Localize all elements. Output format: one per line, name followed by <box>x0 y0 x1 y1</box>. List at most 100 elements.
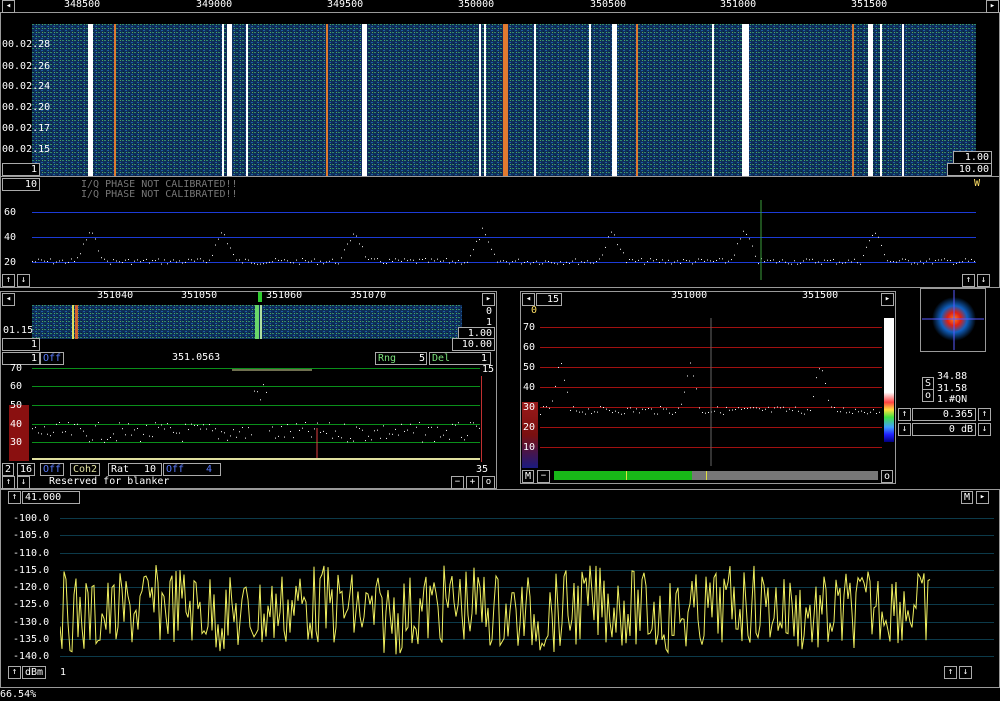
spectrum-point <box>953 263 954 265</box>
main-waterfall-image[interactable] <box>32 24 976 176</box>
scroll-left-button[interactable]: ◂ <box>2 293 15 306</box>
hires-point <box>540 413 541 415</box>
polar-o-label[interactable]: o <box>922 389 935 402</box>
hires-point <box>657 413 658 415</box>
bb-ctl-2[interactable]: 16 <box>17 463 36 476</box>
minus-button[interactable]: − <box>451 476 464 489</box>
down-arrow-button[interactable]: ↓ <box>898 423 911 436</box>
spectrum-point <box>341 257 342 259</box>
scroll-left-button[interactable]: ◂ <box>2 0 15 13</box>
plus-button[interactable]: + <box>466 476 479 489</box>
bb-ctl-off2[interactable]: Off <box>163 463 221 476</box>
gain-db[interactable]: 0 dB <box>912 423 976 436</box>
scroll-right-button[interactable]: ▸ <box>881 293 894 306</box>
audio-unit-value: 1 <box>60 667 67 678</box>
down-arrow-button[interactable]: ↓ <box>17 476 30 489</box>
waterfall-left-box[interactable]: 1 <box>2 163 40 176</box>
spectrum-point <box>392 260 393 262</box>
scroll-right-button[interactable]: ▸ <box>482 293 495 306</box>
hires-point <box>858 411 859 413</box>
hires-point <box>876 412 877 414</box>
hires-point <box>552 400 553 402</box>
audio-level-box[interactable]: 41.000 <box>22 491 80 504</box>
baseband-waterfall[interactable] <box>32 305 462 339</box>
spectrum-avg-box[interactable]: 10 <box>2 178 40 191</box>
up-arrow-button[interactable]: ↑ <box>944 666 957 679</box>
hires-point <box>816 377 817 379</box>
baseband-point <box>173 431 174 433</box>
spectrum-point <box>863 255 864 257</box>
up-arrow-button[interactable]: ↑ <box>962 274 975 287</box>
bb-left-box[interactable]: 1 <box>2 338 40 351</box>
spectrum-point <box>860 263 861 265</box>
baseband-point <box>281 426 282 428</box>
spectrum-point <box>479 239 480 241</box>
hires-point <box>822 370 823 372</box>
audio-unit[interactable]: dBm <box>22 666 47 679</box>
hires-point <box>813 396 814 398</box>
spectrum-point <box>332 258 333 260</box>
scroll-right-button[interactable]: ▸ <box>986 0 999 13</box>
audio-spectrum-trace[interactable] <box>60 560 940 670</box>
baseband-point <box>254 390 255 392</box>
gain-value[interactable]: 0.365 <box>912 408 976 421</box>
waterfall-contrast-box[interactable]: 10.00 <box>947 163 992 176</box>
down-arrow-button[interactable]: ↓ <box>978 423 991 436</box>
o-button[interactable]: o <box>482 476 495 489</box>
minus-button[interactable]: − <box>537 470 550 483</box>
baseband-point <box>62 431 63 433</box>
baseband-point <box>380 437 381 439</box>
bb-ctl-1[interactable]: 2 <box>2 463 15 476</box>
bb-ctl-off[interactable]: Off <box>40 463 65 476</box>
bb-spectrum-trace[interactable] <box>32 362 480 462</box>
baseband-point <box>245 437 246 439</box>
hires-avg-box[interactable]: 15 <box>536 293 562 306</box>
up-arrow-button[interactable]: ↑ <box>8 491 21 504</box>
main-spectrum-trace[interactable] <box>32 200 976 280</box>
spectrum-point <box>362 246 363 248</box>
baseband-point <box>308 431 309 433</box>
bb-contrast-box[interactable]: 10.00 <box>452 338 495 351</box>
baseband-point <box>266 391 267 393</box>
spectrum-point <box>518 258 519 260</box>
waterfall-carrier-line <box>222 24 224 176</box>
y-tick: 30 <box>10 437 23 448</box>
hires-point <box>615 410 616 412</box>
bb-ctl-coh[interactable]: Coh2 <box>70 463 101 476</box>
spectrum-point <box>416 262 417 264</box>
bb-right-scale: 15 <box>482 364 495 375</box>
hires-point <box>630 407 631 409</box>
spectrum-point <box>854 258 855 260</box>
spectrum-point <box>47 261 48 263</box>
up-arrow-button[interactable]: ↑ <box>2 274 15 287</box>
audio-m-button[interactable]: M <box>961 491 974 504</box>
up-arrow-button[interactable]: ↑ <box>898 408 911 421</box>
scroll-right-button[interactable]: ▸ <box>976 491 989 504</box>
down-arrow-button[interactable]: ↓ <box>959 666 972 679</box>
hires-point <box>735 409 736 411</box>
baseband-point <box>212 430 213 432</box>
up-arrow-button[interactable]: ↑ <box>8 666 21 679</box>
up-arrow-button[interactable]: ↑ <box>2 476 15 489</box>
hires-m-button[interactable]: M <box>522 470 535 483</box>
spectrum-point <box>815 262 816 264</box>
freq-tick: 350000 <box>458 0 495 10</box>
spectrum-point <box>386 263 387 265</box>
baseband-point <box>35 426 36 428</box>
spectrum-point <box>116 260 117 262</box>
spectrum-point <box>488 241 489 243</box>
spectrum-point <box>674 261 675 263</box>
down-arrow-button[interactable]: ↓ <box>977 274 990 287</box>
hires-point <box>585 413 586 415</box>
spectrum-point <box>569 262 570 264</box>
hires-point <box>642 408 643 410</box>
hires-spectrum-trace[interactable] <box>540 318 882 466</box>
spectrum-point <box>407 260 408 262</box>
hires-o-button[interactable]: o <box>881 470 894 483</box>
spectrum-point <box>875 232 876 234</box>
down-arrow-button[interactable]: ↓ <box>17 274 30 287</box>
spectrum-point <box>911 263 912 265</box>
baseband-point <box>413 432 414 434</box>
up-arrow-button[interactable]: ↑ <box>978 408 991 421</box>
baseband-point <box>134 429 135 431</box>
